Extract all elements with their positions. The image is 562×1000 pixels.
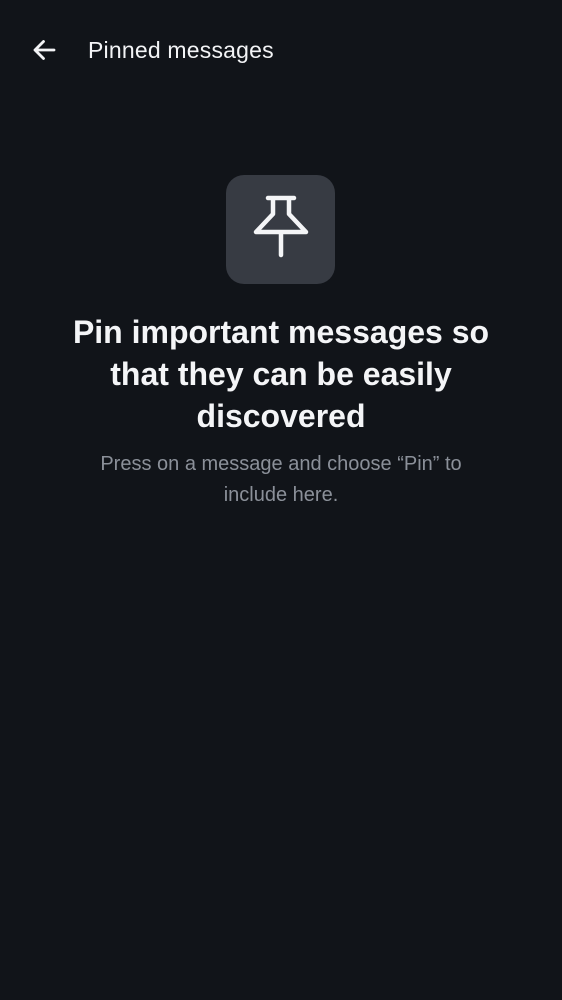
empty-state-heading: Pin important messages so that they can … — [72, 314, 490, 434]
empty-state-icon-tile — [226, 175, 335, 284]
page-title: Pinned messages — [88, 37, 274, 63]
back-button[interactable] — [22, 28, 66, 72]
arrow-left-icon — [30, 36, 58, 64]
top-app-bar: Pinned messages — [0, 0, 562, 100]
pushpin-icon — [253, 192, 309, 267]
empty-state-description: Press on a message and choose “Pin” to i… — [100, 453, 462, 506]
